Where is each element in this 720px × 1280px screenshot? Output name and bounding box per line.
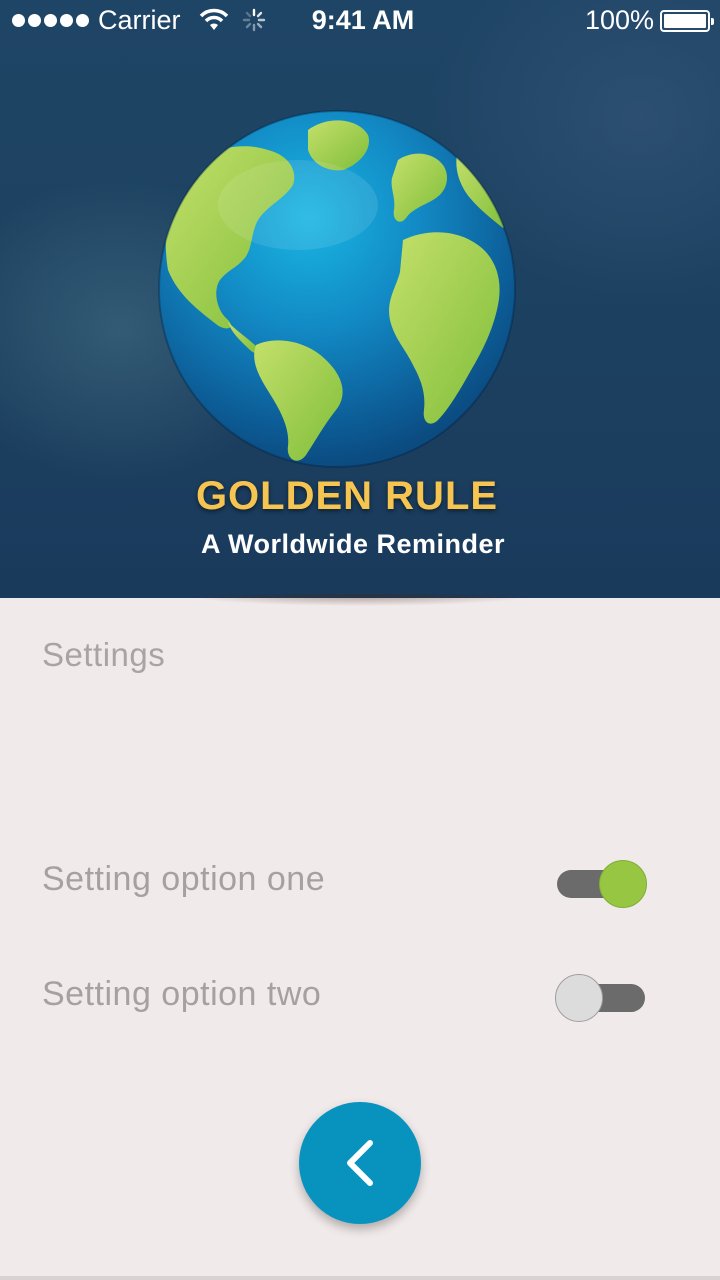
setting-option-one-toggle[interactable] <box>555 859 651 909</box>
app-title: GOLDEN RULE <box>195 474 499 518</box>
setting-option-two-toggle[interactable] <box>555 973 651 1023</box>
globe-icon <box>158 110 516 468</box>
bottom-divider <box>0 1276 720 1280</box>
setting-option-one-label: Setting option one <box>42 860 326 898</box>
battery-percentage: 100% <box>584 5 654 35</box>
settings-heading: Settings <box>42 636 166 673</box>
toggle-knob <box>555 974 603 1022</box>
battery-icon <box>660 10 714 32</box>
header-banner: Carrier 9:41 AM 100% GOLDEN RULE A World… <box>0 0 720 598</box>
status-bar: Carrier 9:41 AM 100% <box>0 0 720 42</box>
chevron-left-icon <box>347 1140 373 1186</box>
banner-shadow <box>180 594 540 620</box>
toggle-knob <box>599 860 647 908</box>
app-subtitle: A Worldwide Reminder <box>200 529 506 559</box>
setting-option-two-label: Setting option two <box>42 975 322 1013</box>
back-button[interactable] <box>299 1102 421 1224</box>
